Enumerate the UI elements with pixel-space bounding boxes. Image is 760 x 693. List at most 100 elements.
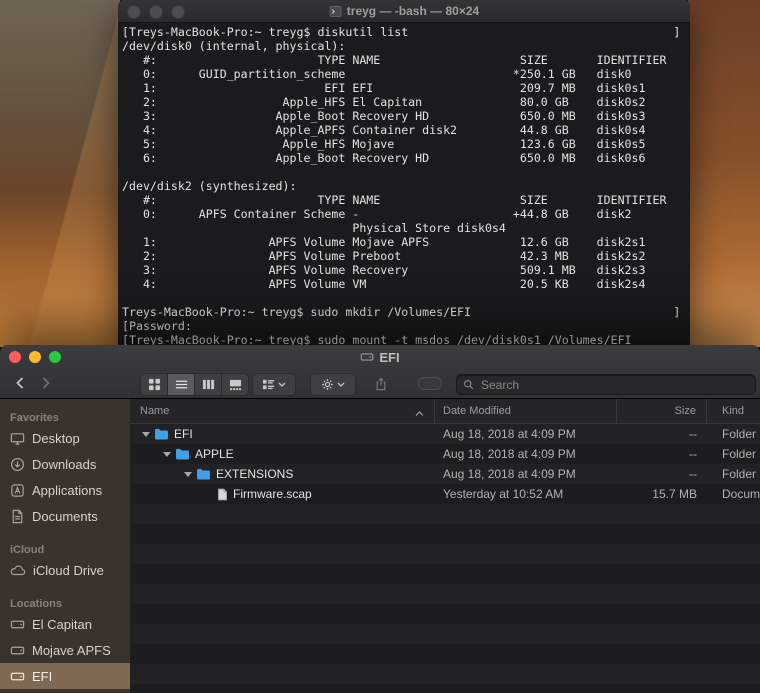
sidebar-item-applications[interactable]: Applications xyxy=(0,477,130,503)
chevron-down-icon xyxy=(278,382,286,387)
terminal-zoom-button[interactable] xyxy=(171,5,185,19)
gallery-view-icon xyxy=(229,378,242,391)
sidebar-item-mojave-apfs[interactable]: Mojave APFS xyxy=(0,637,130,663)
disk-icon xyxy=(10,669,25,684)
list-column-headers: Name Date Modified Size Kind xyxy=(130,399,760,424)
document-icon xyxy=(217,488,228,501)
file-rows: EFI Aug 18, 2018 at 4:09 PM -- Folder AP… xyxy=(130,424,760,693)
file-row[interactable]: EFI Aug 18, 2018 at 4:09 PM -- Folder xyxy=(130,424,760,444)
gallery-view-button[interactable] xyxy=(222,374,248,395)
sidebar-item-label: Documents xyxy=(32,508,98,524)
back-button[interactable] xyxy=(8,372,32,394)
column-header-size[interactable]: Size xyxy=(617,399,707,423)
column-header-name[interactable]: Name xyxy=(130,399,435,423)
file-date: Aug 18, 2018 at 4:09 PM xyxy=(443,447,576,461)
file-kind: Folder xyxy=(722,467,757,481)
sidebar-item-documents[interactable]: Documents xyxy=(0,503,130,529)
file-name: Firmware.scap xyxy=(233,487,312,501)
file-row[interactable]: EXTENSIONS Aug 18, 2018 at 4:09 PM -- Fo… xyxy=(130,464,760,484)
terminal-titlebar[interactable]: treyg — -bash — 80×24 xyxy=(118,0,690,23)
terminal-window: treyg — -bash — 80×24 [Treys-MacBook-Pro… xyxy=(118,0,690,347)
column-header-date-modified[interactable]: Date Modified xyxy=(435,399,617,423)
sidebar-item-icloud-drive[interactable]: iCloud Drive xyxy=(0,557,130,583)
sidebar-item-desktop[interactable]: Desktop xyxy=(0,425,130,451)
disk-icon xyxy=(10,643,25,658)
sidebar-item-efi[interactable]: EFI xyxy=(0,663,130,689)
search-icon xyxy=(464,380,474,390)
sidebar-item-label: iCloud Drive xyxy=(33,562,104,578)
sidebar-section-icloud: iCloud xyxy=(10,544,45,556)
column-view-icon xyxy=(202,378,215,391)
disk-icon xyxy=(10,617,25,632)
finder-zoom-button[interactable] xyxy=(49,351,61,363)
disclosure-triangle-icon[interactable] xyxy=(163,451,175,457)
finder-close-button[interactable] xyxy=(9,351,21,363)
downloads-icon xyxy=(10,457,25,472)
finder-window: EFI Search Favorites Desktop Downloads A… xyxy=(0,345,760,693)
sidebar-item-label: Desktop xyxy=(32,430,80,446)
edit-tags-button[interactable] xyxy=(412,373,448,394)
sidebar-item-label: Applications xyxy=(32,482,103,498)
list-view-icon xyxy=(175,378,188,391)
sidebar-item-label: Downloads xyxy=(32,456,97,472)
finder-sidebar: Favorites Desktop Downloads Applications xyxy=(0,399,130,693)
share-button[interactable] xyxy=(368,373,394,394)
column-view-button[interactable] xyxy=(195,374,222,395)
terminal-close-button[interactable] xyxy=(127,5,141,19)
sidebar-section-locations: Locations xyxy=(10,598,62,610)
file-size: -- xyxy=(689,427,697,441)
sidebar-item-label: El Capitan xyxy=(32,616,92,632)
list-view-button[interactable] xyxy=(168,374,195,395)
grid-view-icon xyxy=(148,378,161,391)
disclosure-triangle-icon[interactable] xyxy=(184,471,196,477)
tag-icon xyxy=(418,377,442,390)
action-menu-button[interactable] xyxy=(310,373,356,396)
icon-view-button[interactable] xyxy=(141,374,168,395)
terminal-proxy-icon xyxy=(329,5,342,18)
search-input[interactable] xyxy=(479,376,749,393)
file-kind: Folder xyxy=(722,447,757,461)
sidebar-item-el-capitan[interactable]: El Capitan xyxy=(0,611,130,637)
file-list: Name Date Modified Size Kind EFI Aug 18,… xyxy=(130,399,760,693)
disclosure-triangle-icon[interactable] xyxy=(142,431,154,437)
cloud-icon xyxy=(10,564,26,576)
sidebar-item-downloads[interactable]: Downloads xyxy=(0,451,130,477)
chevron-down-icon xyxy=(337,382,345,387)
file-size: -- xyxy=(689,467,697,481)
file-date: Yesterday at 10:52 AM xyxy=(443,487,564,501)
finder-toolbar xyxy=(0,369,760,398)
group-by-button[interactable] xyxy=(252,373,296,396)
file-kind: Folder xyxy=(722,427,757,441)
file-name: EXTENSIONS xyxy=(216,467,294,481)
view-mode-segmented-control xyxy=(140,373,249,396)
sort-ascending-icon xyxy=(415,408,424,420)
column-header-kind[interactable]: Kind xyxy=(707,399,760,423)
share-icon xyxy=(375,377,387,391)
sidebar-item-label: Mojave APFS xyxy=(32,642,111,658)
file-row[interactable]: Firmware.scap Yesterday at 10:52 AM 15.7… xyxy=(130,484,760,504)
search-field[interactable] xyxy=(456,374,756,395)
group-by-icon xyxy=(262,378,275,391)
file-kind: Document xyxy=(722,487,760,501)
terminal-output[interactable]: [Treys-MacBook-Pro:~ treyg$ diskutil lis… xyxy=(118,23,690,347)
wallpaper-right-strip xyxy=(688,0,760,347)
gear-icon xyxy=(321,378,334,391)
file-name: EFI xyxy=(174,427,193,441)
file-date: Aug 18, 2018 at 4:09 PM xyxy=(443,427,576,441)
folder-icon xyxy=(175,448,190,460)
terminal-title: treyg — -bash — 80×24 xyxy=(346,4,480,18)
file-row[interactable]: APPLE Aug 18, 2018 at 4:09 PM -- Folder xyxy=(130,444,760,464)
folder-icon xyxy=(154,428,169,440)
documents-icon xyxy=(10,509,25,524)
file-date: Aug 18, 2018 at 4:09 PM xyxy=(443,467,576,481)
folder-icon xyxy=(196,468,211,480)
file-size: -- xyxy=(689,447,697,461)
finder-minimize-button[interactable] xyxy=(29,351,41,363)
wallpaper-left-strip xyxy=(0,0,120,347)
forward-button[interactable] xyxy=(34,372,58,394)
finder-titlebar[interactable]: EFI xyxy=(0,345,760,369)
terminal-minimize-button[interactable] xyxy=(149,5,163,19)
file-size: 15.7 MB xyxy=(652,487,697,501)
sidebar-item-label: EFI xyxy=(32,668,53,684)
sidebar-section-favorites: Favorites xyxy=(10,412,59,424)
